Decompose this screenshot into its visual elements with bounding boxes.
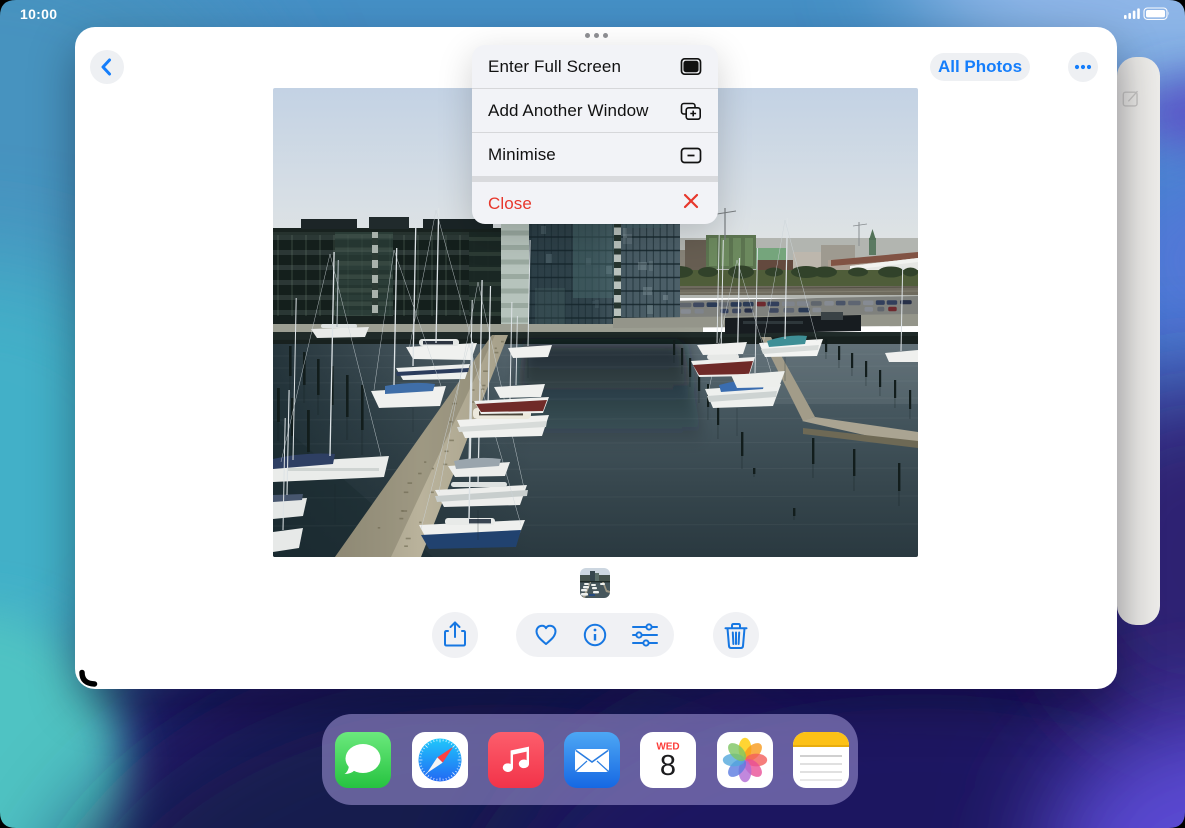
svg-text:8: 8: [660, 750, 676, 782]
